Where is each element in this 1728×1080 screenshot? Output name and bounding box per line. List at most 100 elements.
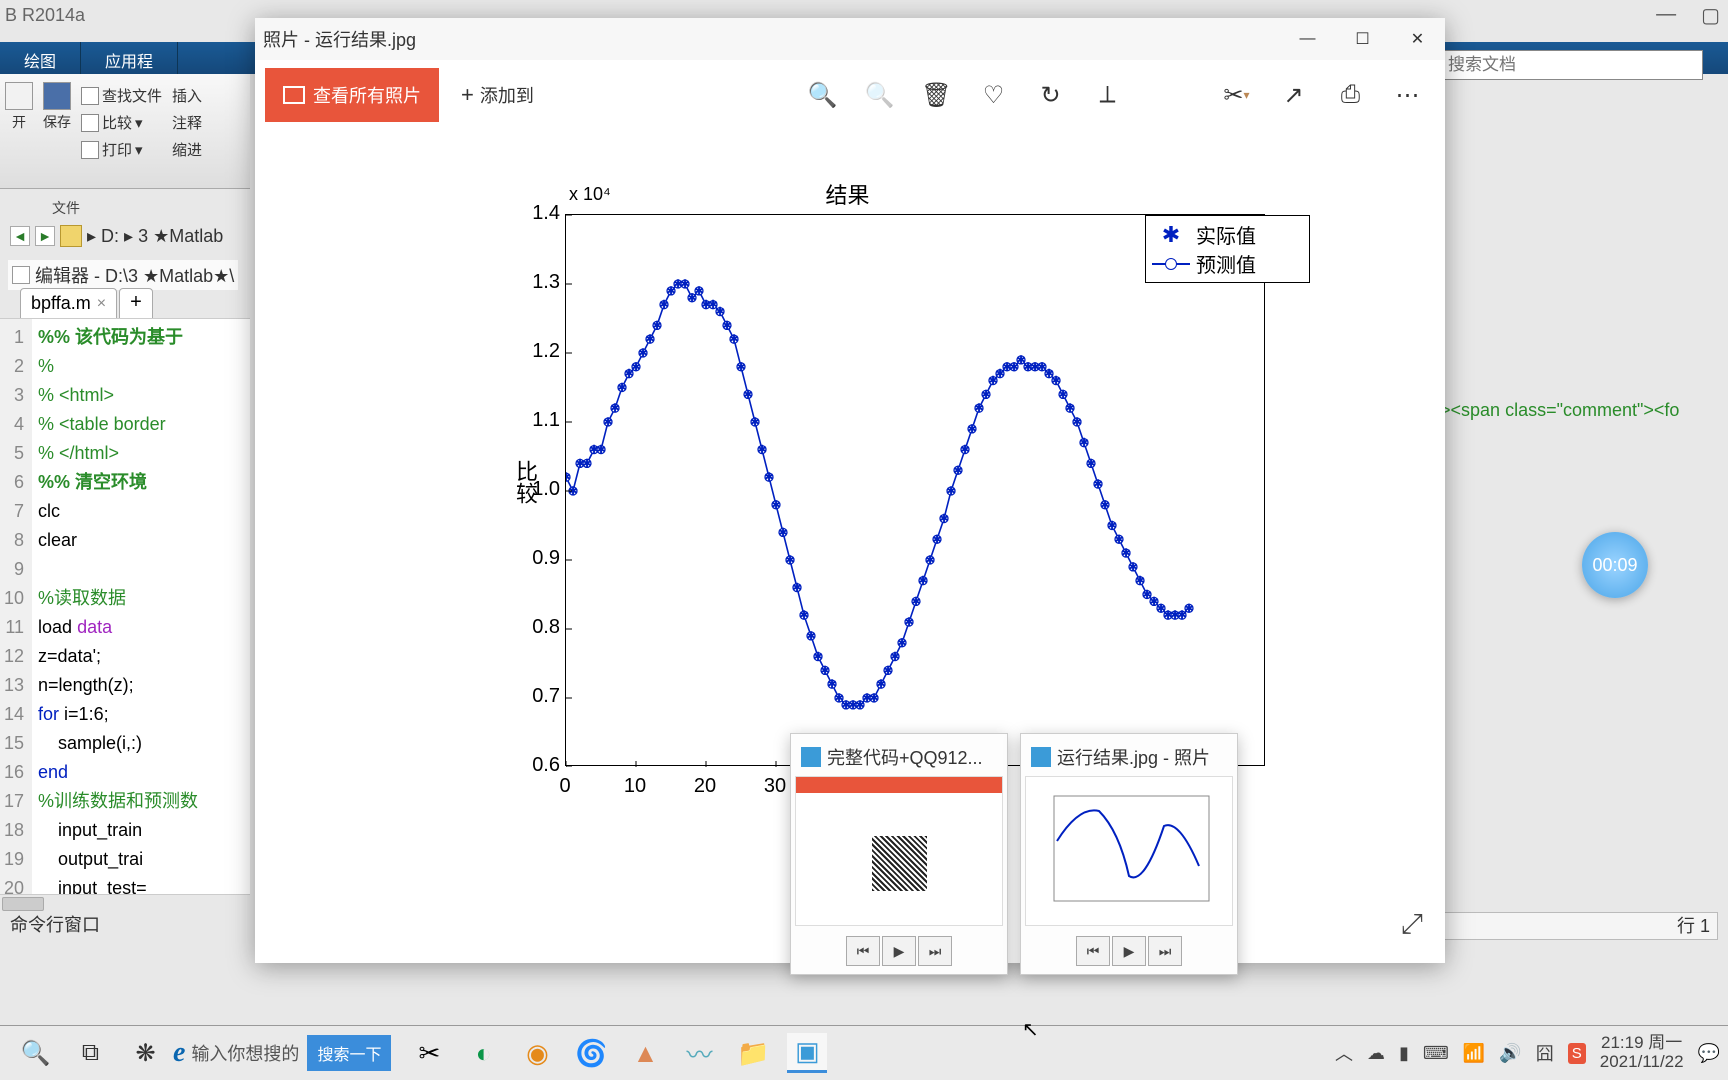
play-button[interactable]: ▶ [882, 936, 916, 966]
prev-button[interactable]: ⏮ [1076, 936, 1110, 966]
editor-tabs: bpffa.m × + [20, 288, 153, 318]
tray-keyboard-icon[interactable]: ⌨ [1423, 1043, 1449, 1064]
back-icon[interactable]: ◄ [10, 226, 30, 246]
favorite-icon[interactable]: ♡ [966, 70, 1021, 120]
close-tab-icon[interactable]: × [97, 295, 106, 313]
next-button[interactable]: ⏭ [1148, 936, 1182, 966]
find-files-label[interactable]: 查找文件 [102, 85, 162, 106]
play-button[interactable]: ▶ [1112, 936, 1146, 966]
app-photos-icon[interactable]: ▣ [787, 1033, 827, 1073]
zoom-in-icon[interactable]: 🔍 [795, 70, 850, 120]
maximize-button[interactable]: ☐ [1335, 18, 1390, 60]
app-swirl-icon[interactable]: 🌀 [571, 1033, 611, 1073]
x-tick: 10 [615, 775, 655, 798]
timer-badge[interactable]: 00:09 [1582, 532, 1648, 598]
add-tab-button[interactable]: + [119, 288, 153, 318]
tray-wifi-icon[interactable]: 📶 [1463, 1043, 1485, 1064]
svg-text:✱: ✱ [743, 387, 753, 401]
more-icon[interactable]: ⋯ [1380, 70, 1435, 120]
save-icon[interactable] [43, 82, 71, 110]
comment-label[interactable]: 注释 [172, 112, 202, 133]
prev-button[interactable]: ⏮ [846, 936, 880, 966]
tray-lang-icon[interactable]: 囧 [1536, 1040, 1554, 1066]
thumb-1[interactable]: 完整代码+QQ912... ⏮ ▶ ⏭ [790, 733, 1008, 975]
open-icon[interactable] [5, 82, 33, 110]
svg-text:✱: ✱ [918, 574, 928, 588]
y-tick: 0.9 [510, 547, 560, 570]
app-fan-icon[interactable]: ❋ [118, 1028, 173, 1078]
x-tick: 0 [545, 775, 585, 798]
taskbar-clock[interactable]: 21:19 周一 2021/11/22 [1600, 1034, 1684, 1071]
y-tick: 0.6 [510, 754, 560, 777]
rotate-icon[interactable]: ↻ [1023, 70, 1078, 120]
svg-text:✱: ✱ [610, 401, 620, 415]
bc-drive[interactable]: D: [101, 226, 119, 247]
legend-marker-line [1152, 263, 1190, 265]
thumb-preview-1 [1025, 776, 1233, 926]
status-line: 行 1 [1677, 912, 1710, 938]
horizontal-scrollbar[interactable] [0, 894, 250, 912]
legend-marker-star: ✱ [1152, 222, 1190, 248]
svg-text:✱: ✱ [1100, 498, 1110, 512]
view-all-photos-button[interactable]: 查看所有照片 [265, 68, 439, 122]
tray-sogou-icon[interactable]: S [1568, 1043, 1586, 1064]
zoom-out-icon[interactable]: 🔍 [852, 70, 907, 120]
maximize-icon[interactable]: ▢ [1701, 3, 1720, 28]
insert-label[interactable]: 插入 [172, 85, 202, 106]
tray-battery-icon[interactable]: ▮ [1399, 1043, 1409, 1064]
tray-volume-icon[interactable]: 🔊 [1499, 1043, 1521, 1064]
app-matlab-icon[interactable]: ▲ [625, 1033, 665, 1073]
add-to-button[interactable]: + 添加到 [447, 68, 548, 122]
print-label[interactable]: 打印 [102, 139, 132, 160]
app-whale-icon[interactable]: 〰 [679, 1033, 719, 1073]
svg-text:✱: ✱ [1135, 574, 1145, 588]
start-search-icon[interactable]: 🔍 [8, 1028, 63, 1078]
minimize-button[interactable]: — [1280, 18, 1335, 60]
tray-cloud-icon[interactable]: ☁ [1367, 1043, 1385, 1064]
print-icon[interactable] [81, 141, 99, 159]
folder-icon[interactable] [60, 225, 82, 247]
print-icon[interactable]: ⎙ [1323, 70, 1378, 120]
search-docs-input[interactable] [1442, 53, 1700, 77]
svg-text:✱: ✱ [960, 443, 970, 457]
svg-text:✱: ✱ [799, 608, 809, 622]
thumb-2[interactable]: 运行结果.jpg - 照片 ⏮ ▶ ⏭ [1020, 733, 1238, 975]
indent-label[interactable]: 缩进 [172, 139, 202, 160]
compare-icon[interactable] [81, 114, 99, 132]
svg-text:✱: ✱ [932, 532, 942, 546]
delete-icon[interactable]: 🗑 [909, 70, 964, 120]
share-icon[interactable]: ↗ [1266, 70, 1321, 120]
find-files-icon[interactable] [81, 87, 99, 105]
x-tick: 20 [685, 775, 725, 798]
legend-label-0: 实际值 [1196, 220, 1256, 249]
app-edge-icon[interactable]: ◐ [463, 1033, 503, 1073]
app-explorer-icon[interactable]: 📁 [733, 1033, 773, 1073]
tab-plot[interactable]: 绘图 [0, 42, 81, 74]
fwd-icon[interactable]: ► [35, 226, 55, 246]
y-tick: 0.8 [510, 616, 560, 639]
tab-apps[interactable]: 应用程 [81, 42, 178, 74]
resize-handle-icon[interactable]: ⤢ [1401, 908, 1423, 941]
search-button[interactable]: 搜索一下 [307, 1035, 391, 1071]
svg-text:✱: ✱ [757, 443, 767, 457]
next-button[interactable]: ⏭ [918, 936, 952, 966]
app-snip-icon[interactable]: ✂ [409, 1033, 449, 1073]
file-tab-bpffa[interactable]: bpffa.m × [20, 288, 117, 318]
svg-text:✱: ✱ [1121, 546, 1131, 560]
code-editor[interactable]: 1234567891011121314151617181920 %% 该代码为基… [0, 318, 250, 900]
task-view-icon[interactable]: ⧉ [63, 1028, 118, 1078]
edit-icon[interactable]: ✂▾ [1209, 70, 1264, 120]
bc-folder[interactable]: 3 ★Matlab [138, 226, 223, 247]
tray-notifications-icon[interactable]: 💬 [1698, 1043, 1720, 1064]
app-firefox-icon[interactable]: ◉ [517, 1033, 557, 1073]
ie-icon: e [173, 1037, 185, 1069]
svg-text:✱: ✱ [1114, 532, 1124, 546]
taskbar-search[interactable]: e 输入你想搜的 [173, 1037, 299, 1069]
svg-text:✱: ✱ [729, 332, 739, 346]
svg-text:✱: ✱ [876, 677, 886, 691]
tray-up-icon[interactable]: ︿ [1335, 1040, 1353, 1066]
compare-label[interactable]: 比较 [102, 112, 132, 133]
minimize-icon[interactable]: — [1656, 3, 1676, 28]
close-button[interactable]: ✕ [1390, 18, 1445, 60]
crop-icon[interactable]: ⟂ [1080, 70, 1135, 120]
